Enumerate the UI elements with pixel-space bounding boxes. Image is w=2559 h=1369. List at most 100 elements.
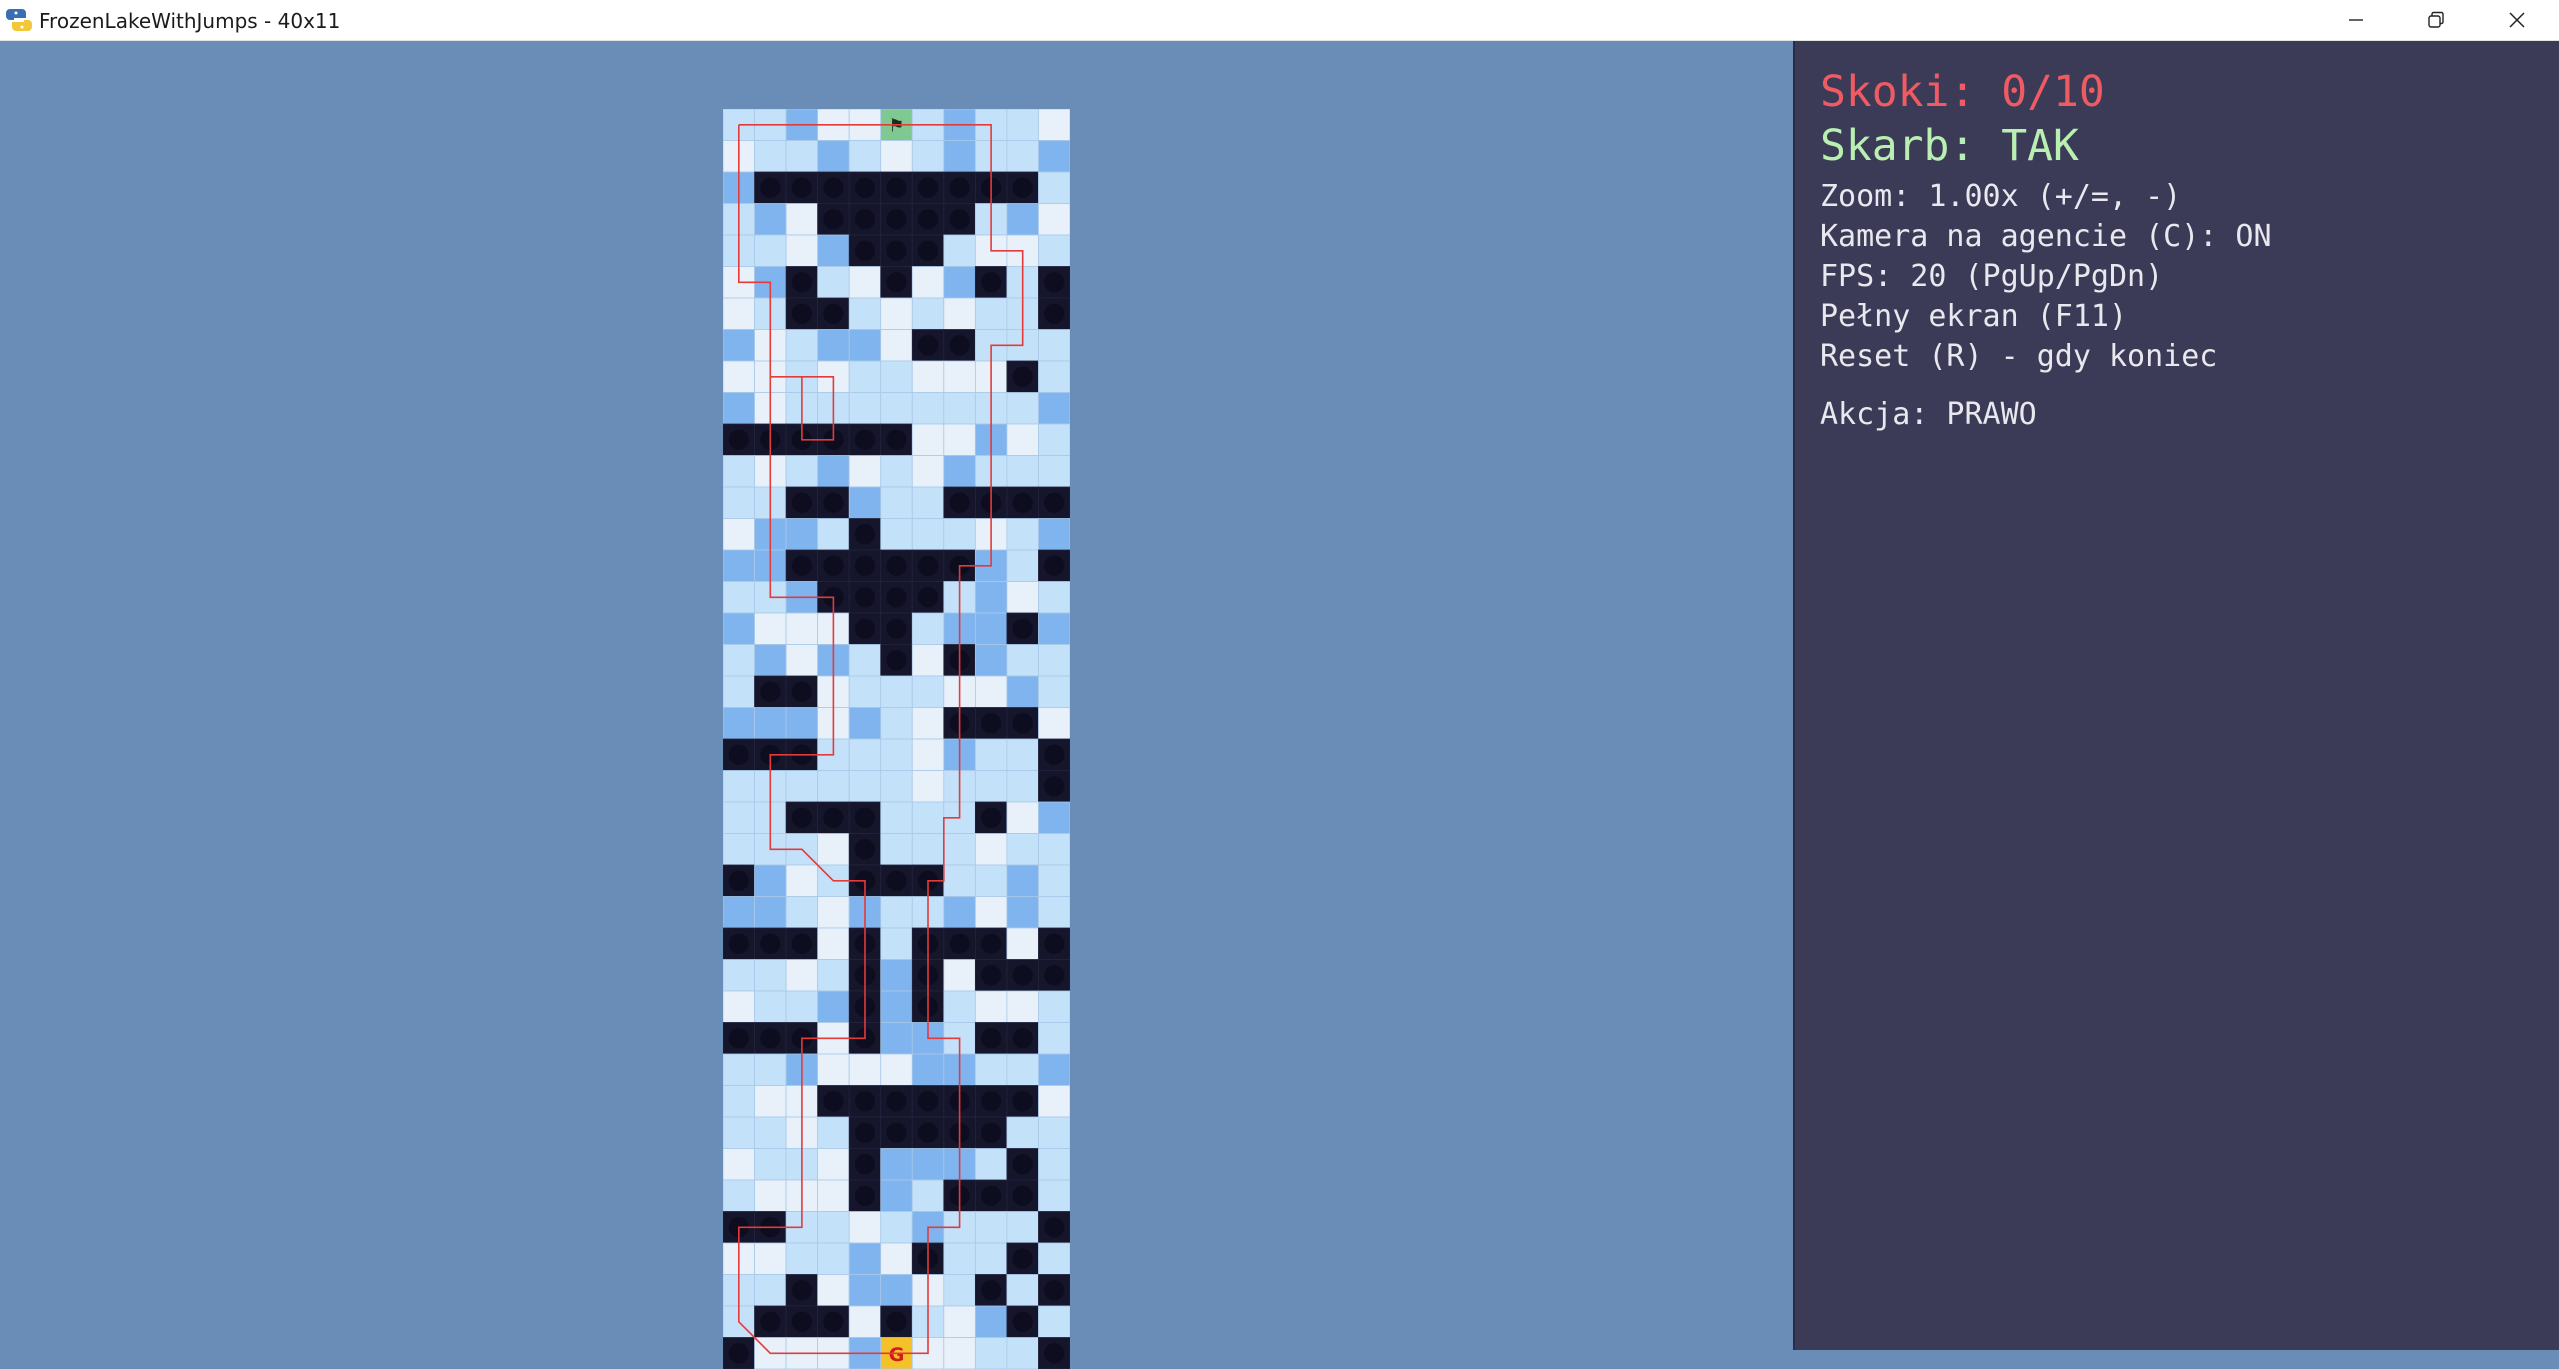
hole-shadow bbox=[1044, 745, 1064, 765]
close-button[interactable] bbox=[2479, 0, 2555, 40]
hole-shadow bbox=[1044, 965, 1064, 985]
game-viewport[interactable]: ⚑G bbox=[0, 41, 1793, 1350]
ice-tile bbox=[881, 361, 913, 393]
ice-tile bbox=[1038, 708, 1070, 740]
ice-tile bbox=[755, 235, 787, 267]
ice-tile bbox=[755, 1149, 787, 1181]
ice-tile bbox=[818, 267, 850, 299]
python-snake-icon bbox=[6, 7, 32, 33]
fps-info: FPS: 20 (PgUp/PgDn) bbox=[1820, 259, 2163, 294]
ice-tile bbox=[818, 991, 850, 1023]
hole-shadow bbox=[886, 430, 906, 450]
ice-tile bbox=[723, 1117, 755, 1149]
ice-tile bbox=[881, 393, 913, 425]
ice-tile bbox=[1038, 393, 1070, 425]
hole-shadow bbox=[855, 1154, 875, 1174]
ice-tile bbox=[755, 204, 787, 236]
ice-tile bbox=[849, 267, 881, 299]
ice-tile bbox=[944, 393, 976, 425]
hole-shadow bbox=[981, 1123, 1001, 1143]
ice-tile bbox=[881, 802, 913, 834]
ice-tile bbox=[849, 1306, 881, 1338]
window-titlebar[interactable]: FrozenLakeWithJumps - 40x11 bbox=[0, 0, 2559, 41]
ice-tile bbox=[1038, 204, 1070, 236]
ice-tile bbox=[723, 487, 755, 519]
frozen-lake-grid[interactable]: ⚑G bbox=[723, 109, 1070, 1369]
ice-tile bbox=[1038, 456, 1070, 488]
ice-tile bbox=[1038, 991, 1070, 1023]
hole-shadow bbox=[823, 808, 843, 828]
hole-shadow bbox=[729, 934, 749, 954]
ice-tile bbox=[849, 456, 881, 488]
ice-tile bbox=[881, 676, 913, 708]
ice-tile bbox=[1007, 456, 1039, 488]
ice-tile bbox=[1007, 928, 1039, 960]
ice-tile bbox=[755, 645, 787, 677]
ice-tile bbox=[1038, 1243, 1070, 1275]
hole-shadow bbox=[729, 1343, 749, 1363]
hole-shadow bbox=[1013, 965, 1033, 985]
ice-tile bbox=[944, 424, 976, 456]
hole-shadow bbox=[729, 871, 749, 891]
ice-tile bbox=[944, 1338, 976, 1369]
ice-tile bbox=[755, 1243, 787, 1275]
ice-tile bbox=[881, 928, 913, 960]
ice-tile bbox=[1007, 645, 1039, 677]
ice-tile bbox=[975, 645, 1007, 677]
restore-button[interactable] bbox=[2398, 0, 2474, 40]
hole-shadow bbox=[823, 556, 843, 576]
hole-shadow bbox=[1013, 367, 1033, 387]
ice-tile bbox=[975, 1338, 1007, 1369]
ice-tile bbox=[849, 1275, 881, 1307]
ice-tile bbox=[912, 1054, 944, 1086]
hole-shadow bbox=[918, 587, 938, 607]
hole-shadow bbox=[886, 871, 906, 891]
ice-tile bbox=[786, 519, 818, 551]
ice-tile bbox=[1038, 235, 1070, 267]
ice-tile bbox=[881, 991, 913, 1023]
ice-tile bbox=[849, 298, 881, 330]
ice-tile bbox=[881, 330, 913, 362]
ice-tile bbox=[786, 708, 818, 740]
hole-shadow bbox=[855, 178, 875, 198]
agent-icon: ⚑ bbox=[888, 116, 904, 137]
hole-shadow bbox=[855, 209, 875, 229]
ice-tile bbox=[755, 141, 787, 173]
ice-tile bbox=[975, 739, 1007, 771]
hole-shadow bbox=[760, 682, 780, 702]
ice-tile bbox=[1038, 1306, 1070, 1338]
ice-tile bbox=[755, 613, 787, 645]
hole-shadow bbox=[823, 1091, 843, 1111]
ice-tile bbox=[1007, 424, 1039, 456]
hole-shadow bbox=[1044, 1343, 1064, 1363]
ice-tile bbox=[912, 487, 944, 519]
hole-shadow bbox=[855, 839, 875, 859]
ice-tile bbox=[912, 613, 944, 645]
ice-tile bbox=[755, 865, 787, 897]
ice-tile bbox=[1007, 1117, 1039, 1149]
hole-shadow bbox=[1013, 178, 1033, 198]
hole-shadow bbox=[855, 1123, 875, 1143]
ice-tile bbox=[818, 960, 850, 992]
ice-tile bbox=[944, 456, 976, 488]
ice-tile bbox=[912, 519, 944, 551]
ice-tile bbox=[881, 1180, 913, 1212]
ice-tile bbox=[723, 802, 755, 834]
ice-tile bbox=[881, 298, 913, 330]
minimize-button[interactable] bbox=[2318, 0, 2394, 40]
ice-tile bbox=[881, 771, 913, 803]
ice-tile bbox=[755, 1180, 787, 1212]
ice-tile bbox=[723, 1180, 755, 1212]
ice-tile bbox=[1007, 141, 1039, 173]
ice-tile bbox=[755, 1086, 787, 1118]
treasure-status: Skarb: TAK bbox=[1820, 121, 2079, 171]
ice-tile bbox=[818, 1212, 850, 1244]
hole-shadow bbox=[1044, 1280, 1064, 1300]
hole-shadow bbox=[729, 745, 749, 765]
ice-tile bbox=[818, 1180, 850, 1212]
ice-tile bbox=[786, 1243, 818, 1275]
ice-tile bbox=[1007, 550, 1039, 582]
hole-shadow bbox=[886, 1091, 906, 1111]
ice-tile bbox=[755, 1117, 787, 1149]
ice-tile bbox=[1007, 802, 1039, 834]
